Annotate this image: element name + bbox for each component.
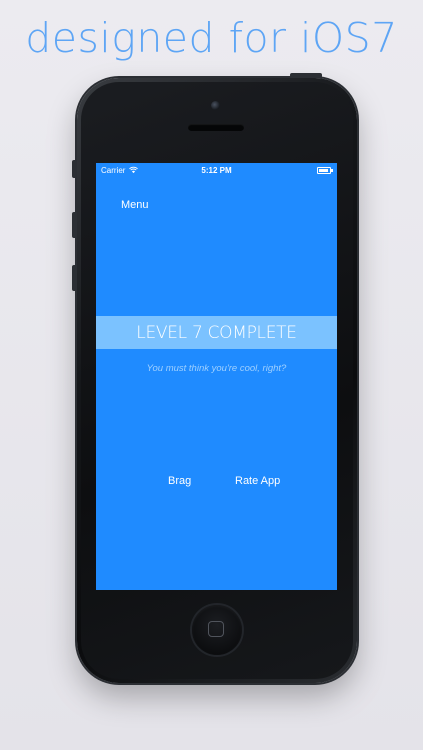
level-subtitle: You must think you're cool, right? [146, 363, 287, 374]
home-square-icon [208, 621, 224, 637]
marketing-headline: designed for iOS7 [25, 14, 398, 62]
level-complete-banner: LEVEL 7 COMPLETE [96, 316, 337, 349]
menu-button[interactable]: Menu [121, 199, 149, 211]
app-screen: Carrier 5:12 PM Menu LEVEL 7 COMPLETE Yo… [96, 163, 337, 590]
battery-icon [317, 167, 333, 174]
volume-up-button [72, 212, 77, 238]
power-button [290, 73, 322, 78]
brag-button[interactable]: Brag [168, 475, 191, 487]
volume-down-button [72, 265, 77, 291]
rate-app-button[interactable]: Rate App [235, 475, 280, 487]
status-time: 5:12 PM [201, 166, 232, 175]
mute-switch [72, 160, 77, 178]
earpiece-speaker [188, 124, 244, 131]
front-camera [211, 101, 220, 110]
battery-level-fill [319, 169, 328, 172]
level-title: LEVEL 7 COMPLETE [136, 323, 297, 343]
status-bar: Carrier 5:12 PM [96, 163, 337, 179]
